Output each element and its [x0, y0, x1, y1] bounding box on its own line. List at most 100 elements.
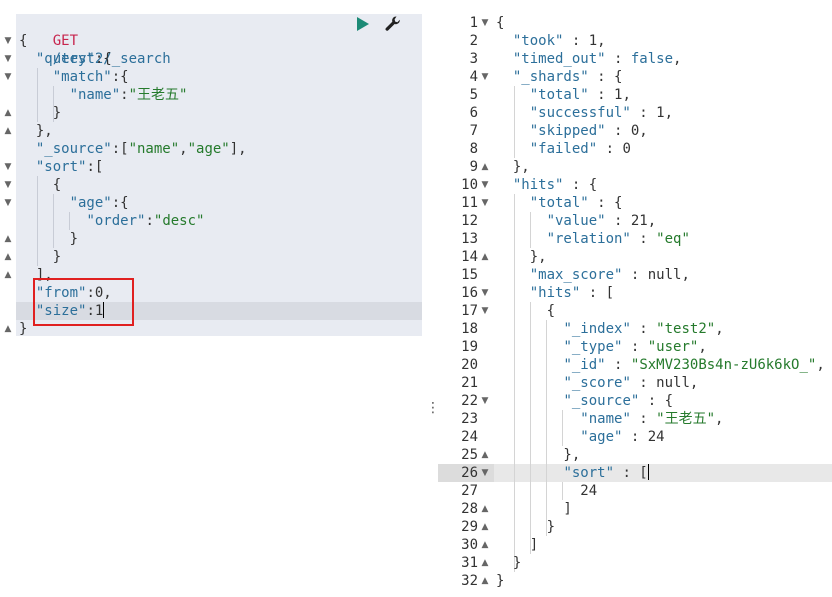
fold-toggle[interactable]: ▲ — [2, 230, 14, 248]
code-line[interactable]: "order":"desc" — [19, 212, 204, 230]
code-line[interactable]: "query":{ — [19, 50, 112, 68]
code-line[interactable]: "skipped" : 0, — [496, 122, 648, 140]
run-request-button[interactable] — [355, 15, 371, 33]
code-line[interactable]: } — [19, 320, 27, 338]
code-line[interactable]: } — [496, 518, 555, 536]
json-punct: ] — [496, 537, 539, 553]
fold-toggle[interactable]: ▼ — [480, 68, 490, 86]
fold-toggle[interactable]: ▼ — [480, 14, 490, 32]
code-line[interactable]: }, — [496, 158, 530, 176]
request-settings-button[interactable] — [383, 14, 403, 34]
code-line[interactable]: "successful" : 1, — [496, 104, 673, 122]
code-line[interactable]: { — [19, 176, 61, 194]
code-line[interactable]: ] — [496, 536, 538, 554]
code-line[interactable]: "name" : "王老五", — [496, 410, 723, 428]
fold-toggle[interactable]: ▼ — [2, 194, 14, 212]
code-line[interactable]: "took" : 1, — [496, 32, 606, 50]
fold-toggle[interactable]: ▲ — [480, 572, 490, 590]
fold-toggle[interactable]: ▼ — [480, 464, 490, 482]
fold-toggle[interactable]: ▲ — [480, 554, 490, 572]
code-line[interactable]: "hits" : [ — [496, 284, 614, 302]
fold-toggle[interactable]: ▼ — [2, 176, 14, 194]
code-line[interactable]: { — [496, 14, 504, 32]
code-line[interactable]: "_score" : null, — [496, 374, 698, 392]
fold-toggle[interactable]: ▼ — [2, 32, 14, 50]
json-punct: { — [496, 303, 556, 319]
fold-toggle[interactable]: ▼ — [480, 176, 490, 194]
code-line[interactable]: "failed" : 0 — [496, 140, 631, 158]
code-line[interactable]: "_type" : "user", — [496, 338, 707, 356]
fold-toggle[interactable]: ▲ — [480, 248, 490, 266]
code-line[interactable]: "age":{ — [19, 194, 129, 212]
code-line[interactable]: }, — [19, 122, 53, 140]
code-line[interactable]: "_index" : "test2", — [496, 320, 723, 338]
json-punct — [496, 429, 580, 445]
json-punct: : — [605, 51, 631, 67]
fold-toggle[interactable]: ▼ — [480, 284, 490, 302]
code-line[interactable]: 24 — [496, 482, 597, 500]
code-line[interactable]: "match":{ — [19, 68, 129, 86]
fold-toggle[interactable]: ▲ — [2, 104, 14, 122]
code-line[interactable]: "sort" : [ — [496, 464, 649, 482]
line-number: 6 — [469, 105, 478, 121]
fold-toggle[interactable]: ▲ — [2, 266, 14, 284]
request-editor[interactable]: GET /test2/_search ▼ ▼ ▼ ▲ ▲ ▼ ▼ ▼ ▲ ▲ ▲… — [0, 0, 422, 597]
json-string: "test2" — [656, 321, 716, 337]
fold-toggle[interactable]: ▲ — [480, 536, 490, 554]
fold-toggle[interactable]: ▼ — [2, 50, 14, 68]
code-line[interactable]: "_source" : { — [496, 392, 673, 410]
json-punct — [496, 321, 563, 337]
fold-toggle[interactable]: ▼ — [480, 392, 490, 410]
line-number: 11 — [461, 195, 478, 211]
code-line[interactable]: "name":"王老五" — [19, 86, 188, 104]
code-line[interactable]: "_shards" : { — [496, 68, 623, 86]
fold-toggle[interactable]: ▲ — [480, 158, 490, 176]
code-line[interactable]: "total" : { — [496, 194, 623, 212]
fold-toggle[interactable]: ▼ — [480, 302, 490, 320]
code-line[interactable]: } — [19, 104, 61, 122]
code-line[interactable]: } — [496, 572, 504, 590]
code-line[interactable]: { — [19, 32, 27, 50]
code-line[interactable]: ] — [496, 500, 571, 518]
fold-toggle[interactable]: ▲ — [2, 248, 14, 266]
code-line[interactable]: "hits" : { — [496, 176, 597, 194]
fold-toggle[interactable]: ▼ — [480, 194, 490, 212]
code-line[interactable]: "total" : 1, — [496, 86, 631, 104]
vertical-dots-icon[interactable]: ⋮ — [426, 398, 440, 418]
response-viewer[interactable]: 1 ▼ 2 3 4 ▼ 5 6 7 8 9 ▲ 10 ▼ 11 ▼ 12 13 14 ▲ 15 16 ▼ 17 ▼ 18 19 20 2… — [438, 0, 832, 597]
code-line[interactable]: "_source":["name","age"], — [19, 140, 247, 158]
json-punct: : — [120, 87, 129, 103]
fold-toggle[interactable]: ▲ — [480, 518, 490, 536]
json-key: "sort" — [563, 465, 615, 481]
line-number: 29 — [461, 519, 478, 535]
json-punct: } — [496, 555, 522, 571]
code-line[interactable]: }, — [496, 248, 547, 266]
fold-toggle[interactable]: ▼ — [2, 68, 14, 86]
fold-toggle[interactable]: ▼ — [2, 158, 14, 176]
code-line[interactable]: "value" : 21, — [496, 212, 657, 230]
fold-toggle[interactable]: ▲ — [2, 122, 14, 140]
fold-toggle[interactable]: ▲ — [480, 500, 490, 518]
code-line[interactable]: "relation" : "eq" — [496, 230, 690, 248]
json-punct: : { — [563, 177, 598, 193]
code-line[interactable]: } — [496, 554, 521, 572]
json-punct: : null, — [622, 267, 690, 283]
json-punct — [19, 141, 36, 157]
code-line[interactable]: "max_score" : null, — [496, 266, 690, 284]
code-line[interactable]: "_id" : "SxMV230Bs4n-zU6k6kO_", — [496, 356, 824, 374]
code-line[interactable]: { — [496, 302, 555, 320]
code-line[interactable]: "age" : 24 — [496, 428, 664, 446]
request-line[interactable]: GET /test2/_search — [19, 14, 171, 67]
json-punct: } — [496, 573, 505, 589]
code-line[interactable]: } — [19, 230, 78, 248]
fold-toggle[interactable]: ▲ — [2, 320, 14, 338]
fold-toggle[interactable]: ▲ — [480, 446, 490, 464]
code-line[interactable]: "timed_out" : false, — [496, 50, 682, 68]
pane-divider[interactable]: ⋮ — [422, 0, 440, 597]
line-number: 18 — [461, 321, 478, 337]
json-punct: , — [698, 339, 707, 355]
code-line[interactable]: } — [19, 248, 61, 266]
code-line[interactable]: }, — [496, 446, 580, 464]
line-number: 7 — [469, 123, 478, 139]
code-line[interactable]: "sort":[ — [19, 158, 103, 176]
